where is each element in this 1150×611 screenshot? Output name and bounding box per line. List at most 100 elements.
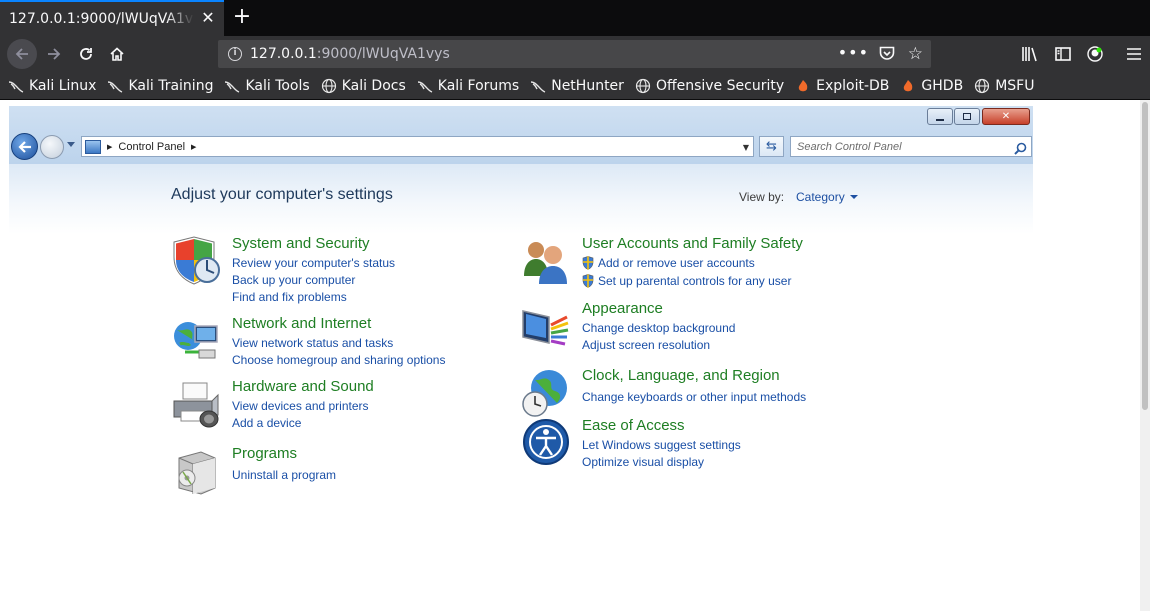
bookmark-item[interactable]: MSFU xyxy=(974,78,1034,94)
library-icon xyxy=(1022,47,1037,62)
breadcrumb[interactable]: Control Panel xyxy=(118,141,185,153)
minimize-button[interactable] xyxy=(927,108,953,125)
refresh-button[interactable]: ⇆ xyxy=(759,136,784,157)
bookmark-item[interactable]: Kali Linux xyxy=(8,78,96,94)
users-icon xyxy=(524,242,567,284)
network-internet-title[interactable]: Network and Internet xyxy=(232,315,371,332)
window-close-button[interactable]: ✕ xyxy=(982,108,1030,125)
new-tab-button[interactable]: + xyxy=(230,4,254,30)
globe-icon xyxy=(974,78,990,94)
url-text[interactable]: 127.0.0.1:9000/lWUqVA1vys xyxy=(250,46,450,62)
programs-title[interactable]: Programs xyxy=(232,445,297,462)
parental-controls-link[interactable]: Set up parental controls for any user xyxy=(598,274,791,288)
search-box[interactable] xyxy=(790,136,1032,157)
windows-suggest-link[interactable]: Let Windows suggest settings xyxy=(582,438,741,452)
fix-problems-link[interactable]: Find and fix problems xyxy=(232,290,347,304)
dropdown-caret-icon[interactable] xyxy=(850,195,858,199)
menu-button[interactable] xyxy=(1120,40,1148,68)
clock-globe-icon xyxy=(522,370,567,417)
kali-dragon-icon xyxy=(417,78,433,94)
homegroup-link[interactable]: Choose homegroup and sharing options xyxy=(232,353,445,367)
back-button[interactable] xyxy=(7,39,37,69)
page-viewport: ✕ ▶ Control Panel ▶ ▼ ⇆ Search Control P… xyxy=(0,100,1150,611)
breadcrumb-arrow-icon[interactable]: ▶ xyxy=(107,143,112,151)
exploit-db-icon xyxy=(900,78,916,94)
reload-button[interactable] xyxy=(72,40,100,68)
account-button[interactable] xyxy=(1081,40,1109,68)
home-icon xyxy=(110,47,124,61)
home-button[interactable] xyxy=(103,40,131,68)
explorer-back-button[interactable] xyxy=(11,133,38,160)
control-panel-icon xyxy=(85,139,101,154)
ease-of-access-title[interactable]: Ease of Access xyxy=(582,417,685,434)
bookmark-item[interactable]: NetHunter xyxy=(530,78,624,94)
browser-tab[interactable]: 127.0.0.1:9000/lWUqVA1vys ✕ xyxy=(0,0,224,36)
add-remove-accounts-link[interactable]: Add or remove user accounts xyxy=(598,256,755,270)
explorer-forward-button[interactable] xyxy=(40,135,64,159)
add-device-link[interactable]: Add a device xyxy=(232,416,301,430)
network-status-link[interactable]: View network status and tasks xyxy=(232,336,393,350)
site-info-icon[interactable]: i xyxy=(228,47,242,61)
review-status-link[interactable]: Review your computer's status xyxy=(232,256,395,270)
optimize-display-link[interactable]: Optimize visual display xyxy=(582,455,704,469)
reload-icon xyxy=(80,48,92,60)
sidebar-button[interactable] xyxy=(1049,40,1077,68)
bookmark-label: Kali Forums xyxy=(437,78,520,94)
close-icon: ✕ xyxy=(1001,111,1011,122)
bookmark-label: Kali Linux xyxy=(29,78,97,94)
keyboards-input-link[interactable]: Change keyboards or other input methods xyxy=(582,390,806,404)
address-bar[interactable]: i 127.0.0.1:9000/lWUqVA1vys ••• ☆ xyxy=(218,40,931,68)
browser-tab-strip: 127.0.0.1:9000/lWUqVA1vys ✕ + xyxy=(0,0,1150,36)
bookmark-item[interactable]: Kali Docs xyxy=(321,78,406,94)
user-accounts-title[interactable]: User Accounts and Family Safety xyxy=(582,235,803,252)
restore-button[interactable] xyxy=(954,108,980,125)
desktop-background-link[interactable]: Change desktop background xyxy=(582,321,735,335)
search-input[interactable] xyxy=(797,139,1007,154)
sidebar-icon xyxy=(1055,47,1071,61)
breadcrumb-arrow-icon[interactable]: ▶ xyxy=(191,143,196,151)
forward-button[interactable] xyxy=(40,40,68,68)
bookmark-label: Kali Docs xyxy=(341,78,406,94)
appearance-title[interactable]: Appearance xyxy=(582,300,663,317)
network-globe-icon xyxy=(174,322,218,359)
explorer-address-bar[interactable]: ▶ Control Panel ▶ ▼ xyxy=(81,136,754,157)
address-dropdown-icon[interactable]: ▼ xyxy=(743,143,749,152)
back-up-link[interactable]: Back up your computer xyxy=(232,273,355,287)
back-arrow-icon xyxy=(15,48,28,60)
window-frame: ✕ ▶ Control Panel ▶ ▼ ⇆ xyxy=(9,106,1033,164)
kali-dragon-icon xyxy=(224,78,240,94)
bookmark-item[interactable]: GHDB xyxy=(900,78,963,94)
bookmark-label: Offensive Security xyxy=(655,78,785,94)
bookmark-item[interactable]: Exploit-DB xyxy=(795,78,889,94)
recent-pages-dropdown-icon[interactable] xyxy=(67,142,75,147)
navigation-toolbar: i 127.0.0.1:9000/lWUqVA1vys ••• ☆ xyxy=(0,36,1150,73)
scrollbar-thumb[interactable] xyxy=(1142,102,1148,410)
system-security-title[interactable]: System and Security xyxy=(232,235,370,252)
hardware-sound-title[interactable]: Hardware and Sound xyxy=(232,378,374,395)
view-by-dropdown[interactable]: Category xyxy=(796,190,845,204)
bookmark-label: GHDB xyxy=(921,78,964,94)
bookmark-item[interactable]: Kali Tools xyxy=(224,78,310,94)
page-actions-icon[interactable]: ••• xyxy=(838,43,869,62)
ease-of-access-icon xyxy=(523,419,569,465)
uninstall-program-link[interactable]: Uninstall a program xyxy=(232,468,336,482)
bookmark-item[interactable]: Kali Training xyxy=(107,78,213,94)
close-tab-icon[interactable]: ✕ xyxy=(200,10,216,26)
page-title: Adjust your computer's settings xyxy=(171,186,393,203)
pocket-icon[interactable] xyxy=(879,46,895,65)
bookmark-item[interactable]: Kali Forums xyxy=(417,78,519,94)
kali-dragon-icon xyxy=(530,78,546,94)
screen-resolution-link[interactable]: Adjust screen resolution xyxy=(582,338,710,352)
refresh-icon: ⇆ xyxy=(766,139,777,154)
tab-title: 127.0.0.1:9000/lWUqVA1vys xyxy=(9,11,194,27)
clock-language-title[interactable]: Clock, Language, and Region xyxy=(582,367,780,384)
library-button[interactable] xyxy=(1016,40,1044,68)
page-scrollbar[interactable] xyxy=(1140,100,1150,611)
devices-printers-link[interactable]: View devices and printers xyxy=(232,399,369,413)
uac-shield-icon xyxy=(582,256,594,270)
bookmark-item[interactable]: Offensive Security xyxy=(635,78,784,94)
uac-shield-icon xyxy=(582,274,594,288)
search-icon[interactable] xyxy=(1014,140,1027,159)
bookmark-star-icon[interactable]: ☆ xyxy=(908,44,923,64)
kali-dragon-icon xyxy=(8,78,24,94)
